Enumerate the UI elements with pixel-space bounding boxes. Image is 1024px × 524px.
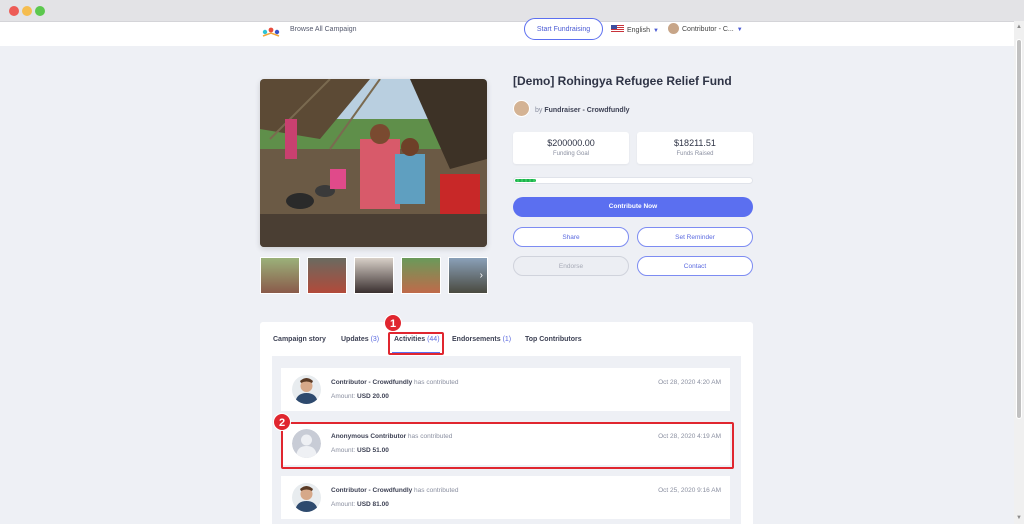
scroll-down-icon[interactable]: ▼ bbox=[1014, 514, 1024, 522]
activity-action: has contributed bbox=[414, 487, 459, 494]
contributor-name[interactable]: Contributor - Crowdfundly bbox=[331, 487, 412, 494]
chevron-right-icon[interactable]: › bbox=[480, 270, 483, 281]
language-selector[interactable]: English ▼ bbox=[611, 25, 659, 34]
contact-button[interactable]: Contact bbox=[637, 256, 753, 276]
set-reminder-button[interactable]: Set Reminder bbox=[637, 227, 753, 247]
anonymous-activity-highlight bbox=[281, 422, 734, 469]
title-bar bbox=[0, 0, 1024, 22]
start-fundraising-button[interactable]: Start Fundraising bbox=[524, 18, 603, 40]
activity-amount: Amount: USD 81.00 bbox=[331, 501, 389, 508]
activity-action: has contributed bbox=[414, 379, 459, 386]
browse-campaign-link[interactable]: Browse All Campaign bbox=[290, 26, 357, 33]
tab-label: Updates bbox=[341, 336, 369, 343]
tab-label: Endorsements bbox=[452, 336, 501, 343]
minimize-dot[interactable] bbox=[22, 6, 32, 16]
list-item[interactable]: Contributor - Crowdfundly has contribute… bbox=[281, 476, 730, 519]
activity-amount: Amount: USD 20.00 bbox=[331, 393, 389, 400]
campaign-title: [Demo] Rohingya Refugee Relief Fund bbox=[513, 74, 732, 88]
campaign-main-image[interactable] bbox=[260, 79, 487, 247]
fundraiser-name[interactable]: Fundraiser - Crowdfundly bbox=[544, 107, 629, 114]
funding-progress-bar bbox=[513, 177, 753, 184]
activity-text: Contributor - Crowdfundly has contribute… bbox=[331, 487, 459, 494]
browser-window: Browse All Campaign Start Fundraising En… bbox=[0, 0, 1024, 524]
avatar bbox=[513, 100, 530, 117]
funds-raised-card: $18211.51 Funds Raised bbox=[637, 132, 753, 164]
funds-raised-label: Funds Raised bbox=[676, 151, 714, 157]
tab-updates[interactable]: Updates (3) bbox=[341, 336, 379, 343]
avatar bbox=[292, 375, 321, 404]
funds-raised-value: $18211.51 bbox=[674, 138, 716, 148]
maximize-dot[interactable] bbox=[35, 6, 45, 16]
share-button[interactable]: Share bbox=[513, 227, 629, 247]
tab-label: Campaign story bbox=[273, 336, 326, 343]
thumbnail-2[interactable] bbox=[307, 257, 347, 294]
user-menu[interactable]: Contributor - C... ▼ bbox=[668, 23, 743, 34]
funding-goal-card: $200000.00 Funding Goal bbox=[513, 132, 629, 164]
chevron-down-icon: ▼ bbox=[736, 27, 743, 33]
funding-goal-label: Funding Goal bbox=[552, 151, 590, 157]
activity-date: Oct 25, 2020 9:16 AM bbox=[658, 487, 721, 494]
avatar bbox=[292, 483, 321, 512]
by-prefix: by bbox=[535, 107, 543, 114]
us-flag-icon bbox=[611, 25, 624, 33]
page-scrollbar[interactable]: ▲ ▼ bbox=[1014, 21, 1024, 524]
amount-value: USD 81.00 bbox=[357, 501, 389, 508]
chevron-down-icon: ▼ bbox=[652, 28, 659, 34]
amount-label: Amount: bbox=[331, 393, 356, 400]
thumbnail-4[interactable] bbox=[401, 257, 441, 294]
avatar bbox=[668, 23, 679, 34]
activity-text: Contributor - Crowdfundly has contribute… bbox=[331, 379, 459, 386]
contributor-name[interactable]: Contributor - Crowdfundly bbox=[331, 379, 412, 386]
list-item[interactable]: Contributor - Crowdfundly has contribute… bbox=[281, 368, 730, 411]
scroll-up-icon[interactable]: ▲ bbox=[1014, 23, 1024, 31]
thumbnail-5[interactable]: › bbox=[448, 257, 488, 294]
activity-date: Oct 28, 2020 4:20 AM bbox=[658, 379, 721, 386]
tab-count: (3) bbox=[370, 336, 380, 343]
contribute-now-button[interactable]: Contribute Now bbox=[513, 197, 753, 217]
tab-campaign-story[interactable]: Campaign story bbox=[273, 336, 326, 343]
step-marker-1: 1 bbox=[384, 314, 402, 332]
step-marker-2: 2 bbox=[273, 413, 291, 431]
language-label: English bbox=[627, 27, 650, 34]
funding-goal-value: $200000.00 bbox=[547, 138, 595, 148]
fundraiser-byline: by Fundraiser - Crowdfundly bbox=[513, 100, 630, 117]
progress-fill bbox=[515, 179, 536, 182]
scrollbar-thumb[interactable] bbox=[1016, 39, 1022, 419]
user-label: Contributor - C... bbox=[682, 26, 734, 33]
endorse-button[interactable]: Endorse bbox=[513, 256, 629, 276]
thumbnail-3[interactable] bbox=[354, 257, 394, 294]
thumbnail-strip: › bbox=[260, 257, 488, 294]
tab-count: (1) bbox=[502, 336, 512, 343]
tab-top-contributors[interactable]: Top Contributors bbox=[525, 336, 582, 343]
tab-endorsements[interactable]: Endorsements (1) bbox=[452, 336, 511, 343]
amount-label: Amount: bbox=[331, 501, 356, 508]
top-navbar: Browse All Campaign Start Fundraising En… bbox=[0, 18, 1014, 46]
activities-tab-highlight bbox=[388, 332, 444, 355]
logo-icon[interactable] bbox=[262, 26, 280, 38]
close-dot[interactable] bbox=[9, 6, 19, 16]
tab-label: Top Contributors bbox=[525, 336, 582, 343]
amount-value: USD 20.00 bbox=[357, 393, 389, 400]
thumbnail-1[interactable] bbox=[260, 257, 300, 294]
